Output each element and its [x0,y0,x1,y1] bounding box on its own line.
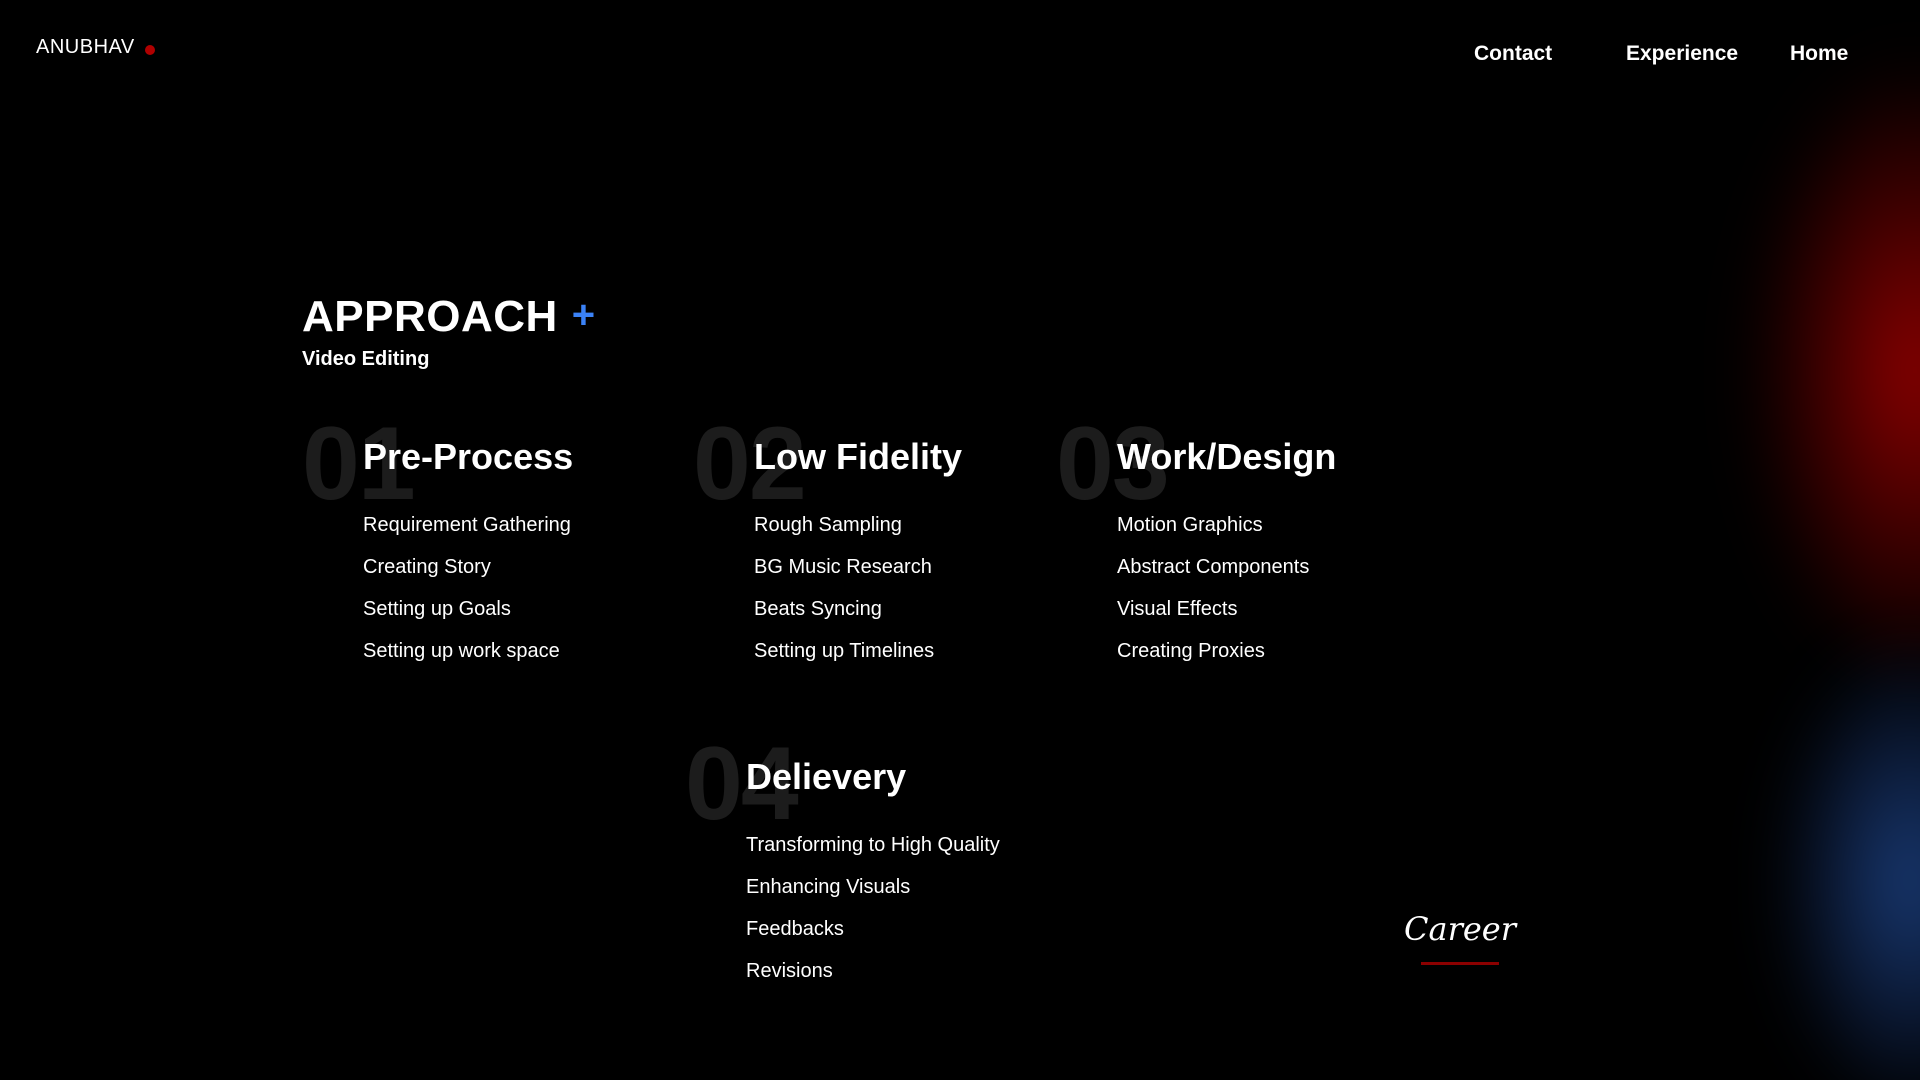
plus-icon: + [571,292,596,337]
step-body: Low Fidelity Rough Sampling BG Music Res… [754,412,962,672]
list-item: Rough Sampling [754,514,902,536]
blue-glow-decoration [1780,650,1920,1080]
step-title: Pre-Process [363,436,574,477]
step-title: Low Fidelity [754,436,963,477]
list-item: Beats Syncing [754,598,882,620]
list-item: Requirement Gathering [363,514,571,536]
approach-title: APPROACH [302,292,558,341]
step-items-list: Transforming to High Quality Enhancing V… [746,824,1000,992]
step-items-list: Rough Sampling BG Music Research Beats S… [754,504,962,672]
list-item: Setting up work space [363,640,560,662]
career-link[interactable]: Career [1404,910,1516,965]
main-nav: Contact Experience Home [0,42,1920,72]
list-item: BG Music Research [754,556,932,578]
list-item: Transforming to High Quality [746,834,1000,856]
list-item: Feedbacks [746,918,844,940]
list-item: Setting up Goals [363,598,511,620]
career-underline [1421,962,1500,965]
list-item: Creating Story [363,556,491,578]
list-item: Revisions [746,960,833,982]
list-item: Motion Graphics [1117,514,1263,536]
nav-link-experience[interactable]: Experience [1626,42,1738,66]
page: ANUBHAV Contact Experience Home APPROACH… [0,0,1920,1080]
approach-subtitle: Video Editing [302,348,430,370]
step-items-list: Motion Graphics Abstract Components Visu… [1117,504,1336,672]
step-body: Pre-Process Requirement Gathering Creati… [363,412,573,672]
red-glow-decoration [1750,60,1920,680]
list-item: Enhancing Visuals [746,876,911,898]
nav-link-home[interactable]: Home [1790,42,1848,66]
nav-link-contact[interactable]: Contact [1474,42,1552,66]
list-item: Creating Proxies [1117,640,1265,662]
list-item: Visual Effects [1117,598,1238,620]
list-item: Setting up Timelines [754,640,935,662]
step-title: Work/Design [1117,436,1337,477]
career-label: Career [1404,910,1517,948]
step-body: Delievery Transforming to High Quality E… [746,732,1000,992]
step-body: Work/Design Motion Graphics Abstract Com… [1117,412,1336,672]
approach-title-row: APPROACH + [302,292,596,342]
list-item: Abstract Components [1117,556,1310,578]
step-items-list: Requirement Gathering Creating Story Set… [363,504,573,672]
approach-heading: APPROACH + Video Editing [302,292,596,371]
step-title: Delievery [746,756,907,797]
